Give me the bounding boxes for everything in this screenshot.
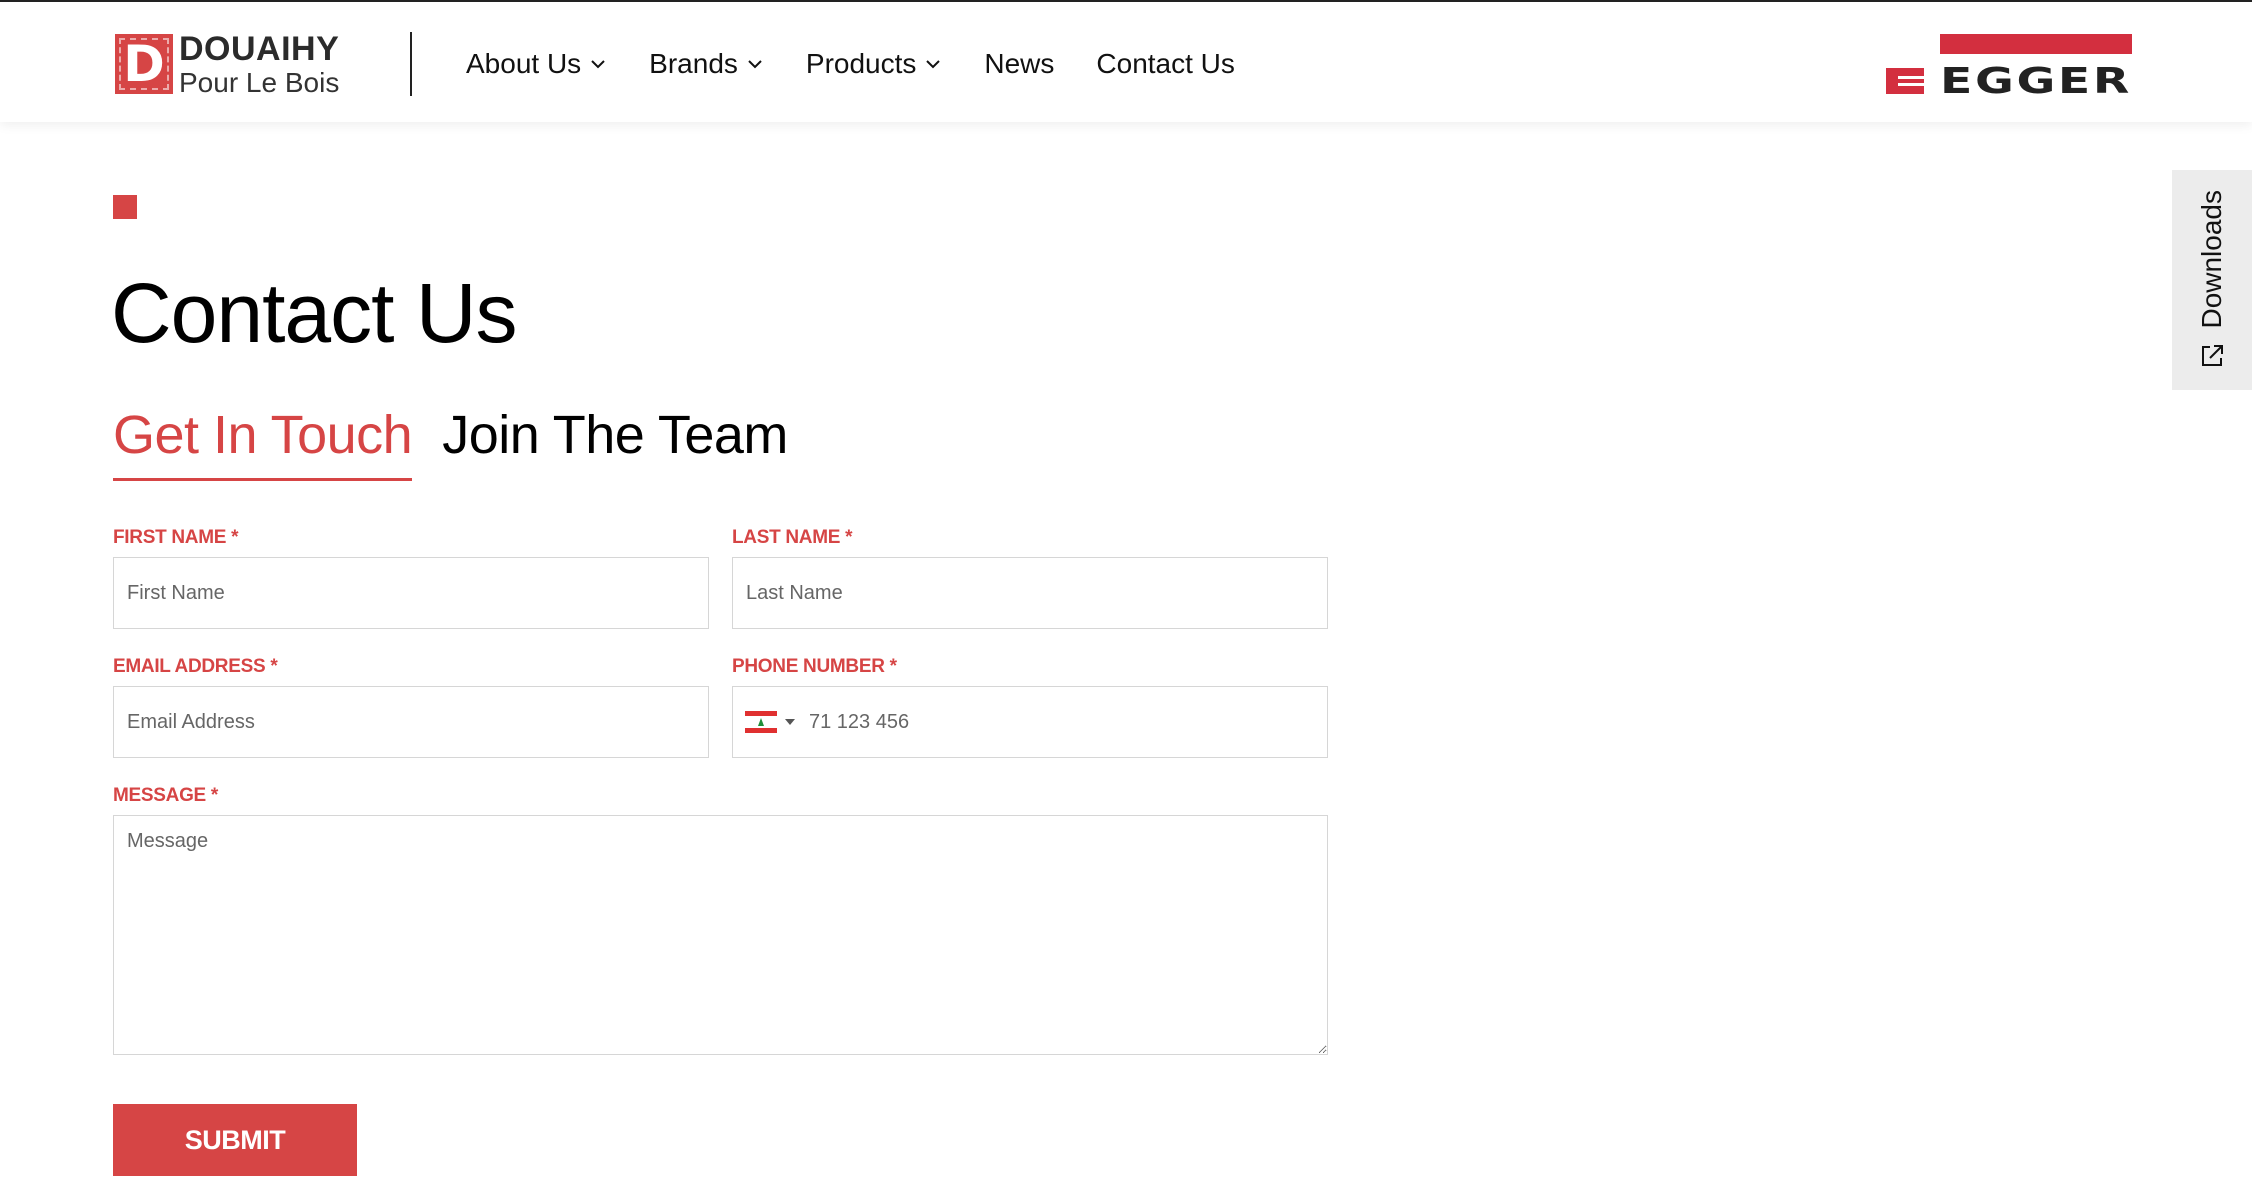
logo-subtitle: Pour Le Bois (179, 66, 340, 98)
nav-item-label: About Us (466, 48, 582, 79)
tab-get-in-touch[interactable]: Get In Touch (113, 404, 413, 481)
phone-field (732, 686, 1328, 758)
nav-item-products[interactable]: Products (806, 48, 943, 80)
form-tabs: Get In Touch Join The Team (113, 404, 818, 481)
page-title: Contact Us (111, 266, 517, 360)
chevron-down-icon (591, 60, 605, 69)
downloads-label: Downloads (2196, 189, 2227, 329)
first-name-input[interactable] (113, 557, 709, 629)
nav-item-label: Products (805, 48, 917, 79)
egger-logo-text: EGGER (1940, 61, 2132, 96)
external-link-icon (2202, 345, 2223, 367)
phone-label: PHONE NUMBER * (732, 656, 897, 677)
nav-item-brands[interactable]: Brands (649, 48, 764, 80)
caret-down-icon (785, 719, 795, 725)
submit-button[interactable]: SUBMIT (113, 1104, 357, 1176)
nav-item-label: News (984, 48, 1055, 79)
chevron-down-icon (748, 60, 762, 69)
nav-item-label: Brands (649, 48, 738, 79)
nav-item-news[interactable]: News (984, 48, 1054, 80)
logo-mark-icon: D (115, 34, 173, 94)
header-divider (410, 32, 412, 96)
logo-text: DOUAIHY Pour Le Bois (179, 32, 339, 97)
egger-logo[interactable]: EGGER (1884, 32, 2136, 96)
last-name-input[interactable] (732, 557, 1328, 629)
last-name-label: LAST NAME * (732, 527, 853, 548)
logo-letter: D (123, 35, 165, 93)
tab-join-the-team[interactable]: Join The Team (442, 404, 788, 481)
message-textarea[interactable] (113, 815, 1328, 1055)
douaihy-logo[interactable]: D DOUAIHY Pour Le Bois (115, 32, 339, 97)
page: D DOUAIHY Pour Le Bois About Us Brands P… (0, 0, 2252, 1200)
phone-input[interactable] (809, 692, 1327, 752)
nav-item-label: Contact Us (1096, 48, 1235, 79)
main-nav: About Us Brands Products News Contact Us (466, 44, 1277, 84)
first-name-label: FIRST NAME * (113, 527, 239, 548)
message-label: MESSAGE * (113, 785, 218, 806)
lebanon-flag-icon (745, 711, 777, 733)
logo-name: DOUAIHY (179, 29, 340, 68)
title-accent-square (113, 195, 137, 219)
email-input[interactable] (113, 686, 709, 758)
downloads-tab[interactable]: Downloads (2172, 170, 2252, 390)
email-label: EMAIL ADDRESS * (113, 656, 278, 677)
chevron-down-icon (926, 60, 941, 69)
nav-item-about-us[interactable]: About Us (466, 48, 607, 80)
country-code-select[interactable] (745, 711, 795, 733)
nav-item-contact-us[interactable]: Contact Us (1096, 48, 1235, 80)
site-header: D DOUAIHY Pour Le Bois About Us Brands P… (0, 0, 2252, 122)
